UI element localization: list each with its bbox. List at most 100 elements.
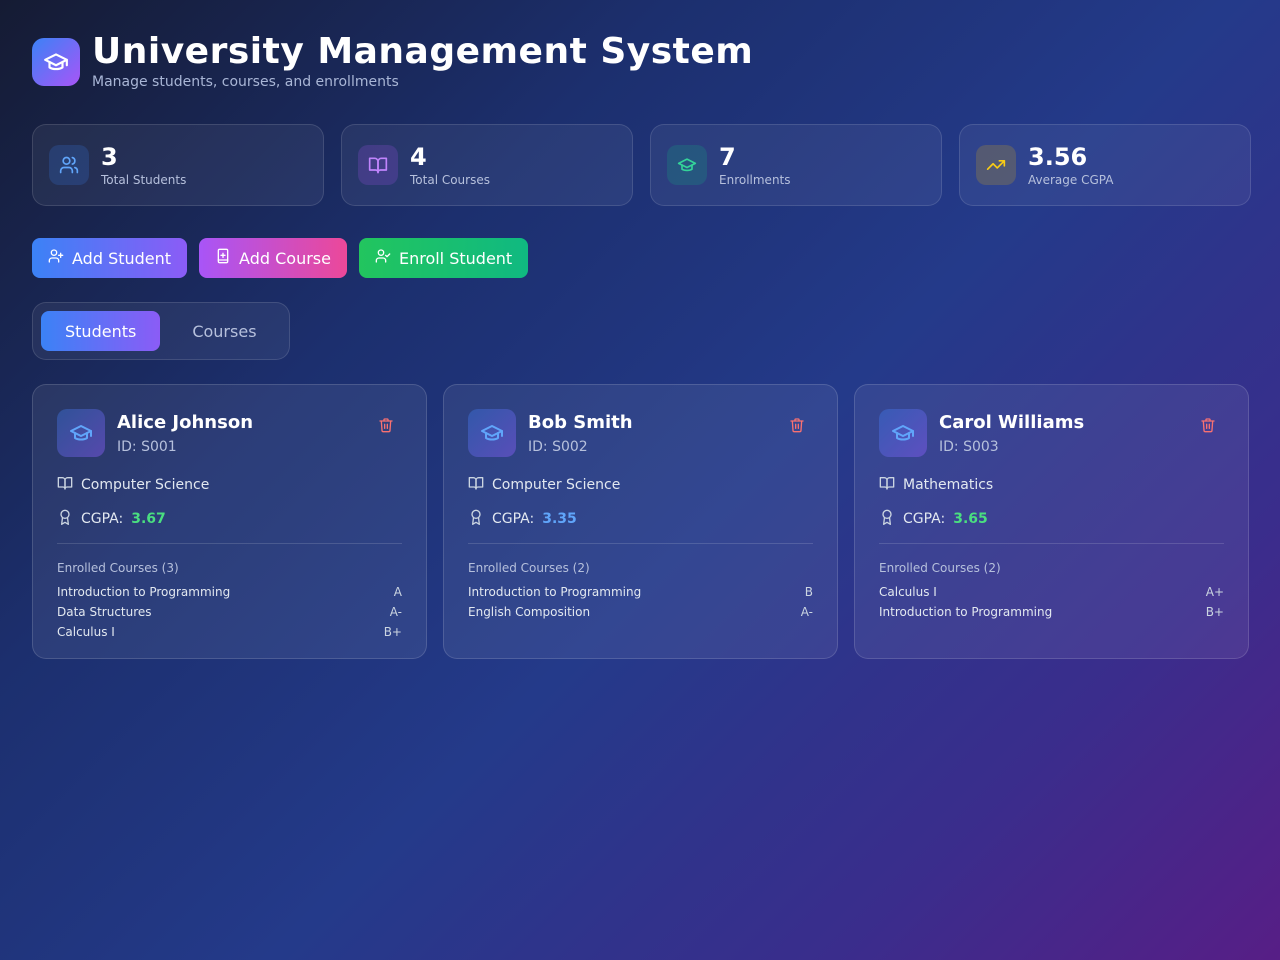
tab-students[interactable]: Students xyxy=(41,311,161,351)
student-id: ID: S001 xyxy=(117,439,177,455)
list-item: English Composition A- xyxy=(468,605,813,625)
student-name: Carol Williams xyxy=(939,412,1085,433)
stat-label: Enrollments xyxy=(719,173,791,187)
stat-value: 3 xyxy=(101,143,118,171)
cgpa-value: 3.65 xyxy=(953,511,988,527)
student-name: Bob Smith xyxy=(528,412,633,433)
trash-icon xyxy=(790,418,804,433)
add-course-button[interactable]: Add Course xyxy=(199,238,347,278)
header: University Management System Manage stud… xyxy=(32,32,753,90)
student-major: Computer Science xyxy=(492,477,621,493)
award-icon xyxy=(879,509,895,529)
enroll-student-button[interactable]: Enroll Student xyxy=(358,238,529,278)
course-name: English Composition xyxy=(468,605,591,619)
cgpa-label: CGPA: xyxy=(903,511,946,527)
course-name: Introduction to Programming xyxy=(468,585,642,599)
course-name: Calculus I xyxy=(57,625,115,639)
course-name: Calculus I xyxy=(879,585,937,599)
stat-label: Total Students xyxy=(101,173,187,187)
student-id: ID: S003 xyxy=(939,439,999,455)
divider xyxy=(57,543,402,544)
graduation-cap-icon xyxy=(879,409,927,457)
major-row: Computer Science xyxy=(468,475,813,495)
cgpa-value: 3.67 xyxy=(131,511,166,527)
tab-courses[interactable]: Courses xyxy=(168,311,280,351)
course-grade: B xyxy=(804,585,813,599)
divider xyxy=(468,543,813,544)
enrolled-courses-title: Enrolled Courses (2) xyxy=(879,561,1001,575)
cgpa-label: CGPA: xyxy=(492,511,535,527)
stat-card-courses: 4 Total Courses xyxy=(341,124,633,206)
user-check-icon xyxy=(375,248,391,268)
stat-card-students: 3 Total Students xyxy=(32,124,324,206)
course-grade: A- xyxy=(800,605,813,619)
list-item: Calculus I A+ xyxy=(879,585,1224,605)
trash-icon xyxy=(1201,418,1215,433)
list-item: Data Structures A- xyxy=(57,605,402,625)
enroll-student-label: Enroll Student xyxy=(398,248,513,268)
student-major: Mathematics xyxy=(903,477,994,493)
book-icon xyxy=(468,475,484,495)
cgpa-value: 3.35 xyxy=(542,511,577,527)
trending-up-icon xyxy=(976,145,1016,185)
graduation-cap-icon xyxy=(32,38,80,86)
major-row: Mathematics xyxy=(879,475,1224,495)
major-row: Computer Science xyxy=(57,475,402,495)
enrolled-courses-title: Enrolled Courses (3) xyxy=(57,561,179,575)
student-card: Alice Johnson ID: S001 Computer Science … xyxy=(32,384,427,659)
student-cards: Alice Johnson ID: S001 Computer Science … xyxy=(32,384,1249,659)
book-icon xyxy=(57,475,73,495)
graduation-cap-icon xyxy=(57,409,105,457)
graduation-cap-icon xyxy=(667,145,707,185)
cgpa-row: CGPA: 3.35 xyxy=(468,509,813,529)
add-student-button[interactable]: Add Student xyxy=(32,238,188,278)
page-subtitle: Manage students, courses, and enrollment… xyxy=(92,74,399,90)
course-grade: B+ xyxy=(1205,605,1224,619)
student-card: Bob Smith ID: S002 Computer Science CGPA… xyxy=(443,384,838,659)
stat-card-enrollments: 7 Enrollments xyxy=(650,124,942,206)
cgpa-row: CGPA: 3.65 xyxy=(879,509,1224,529)
student-id: ID: S002 xyxy=(528,439,588,455)
student-name: Alice Johnson xyxy=(117,412,254,433)
user-plus-icon xyxy=(48,248,64,268)
stat-value: 4 xyxy=(410,143,427,171)
course-grade: A- xyxy=(389,605,402,619)
student-card: Carol Williams ID: S003 Mathematics CGPA… xyxy=(854,384,1249,659)
stats-row: 3 Total Students 4 Total Courses 7 Enrol… xyxy=(32,124,1251,206)
enrolled-course-list: Introduction to Programming A Data Struc… xyxy=(57,585,402,645)
cgpa-row: CGPA: 3.67 xyxy=(57,509,402,529)
course-name: Introduction to Programming xyxy=(879,605,1053,619)
cgpa-label: CGPA: xyxy=(81,511,124,527)
stat-card-cgpa: 3.56 Average CGPA xyxy=(959,124,1251,206)
course-name: Introduction to Programming xyxy=(57,585,231,599)
delete-student-button[interactable] xyxy=(789,417,805,437)
divider xyxy=(879,543,1224,544)
award-icon xyxy=(57,509,73,529)
course-grade: A+ xyxy=(1205,585,1224,599)
book-icon xyxy=(879,475,895,495)
add-student-label: Add Student xyxy=(72,248,172,268)
action-bar: Add Student Add Course Enroll Student xyxy=(32,238,529,278)
student-major: Computer Science xyxy=(81,477,210,493)
enrolled-courses-title: Enrolled Courses (2) xyxy=(468,561,590,575)
list-item: Introduction to Programming A xyxy=(57,585,402,605)
book-plus-icon xyxy=(215,248,231,268)
enrolled-course-list: Calculus I A+ Introduction to Programmin… xyxy=(879,585,1224,625)
course-grade: A xyxy=(393,585,402,599)
list-item: Introduction to Programming B+ xyxy=(879,605,1224,625)
course-name: Data Structures xyxy=(57,605,152,619)
book-icon xyxy=(358,145,398,185)
course-grade: B+ xyxy=(383,625,402,639)
list-item: Introduction to Programming B xyxy=(468,585,813,605)
users-icon xyxy=(49,145,89,185)
page-title: University Management System xyxy=(92,31,754,72)
stat-label: Total Courses xyxy=(410,173,490,187)
add-course-label: Add Course xyxy=(239,248,331,268)
trash-icon xyxy=(379,418,393,433)
tab-bar: Students Courses xyxy=(32,302,290,360)
delete-student-button[interactable] xyxy=(378,417,394,437)
delete-student-button[interactable] xyxy=(1200,417,1216,437)
enrolled-course-list: Introduction to Programming B English Co… xyxy=(468,585,813,625)
award-icon xyxy=(468,509,484,529)
stat-label: Average CGPA xyxy=(1028,173,1114,187)
